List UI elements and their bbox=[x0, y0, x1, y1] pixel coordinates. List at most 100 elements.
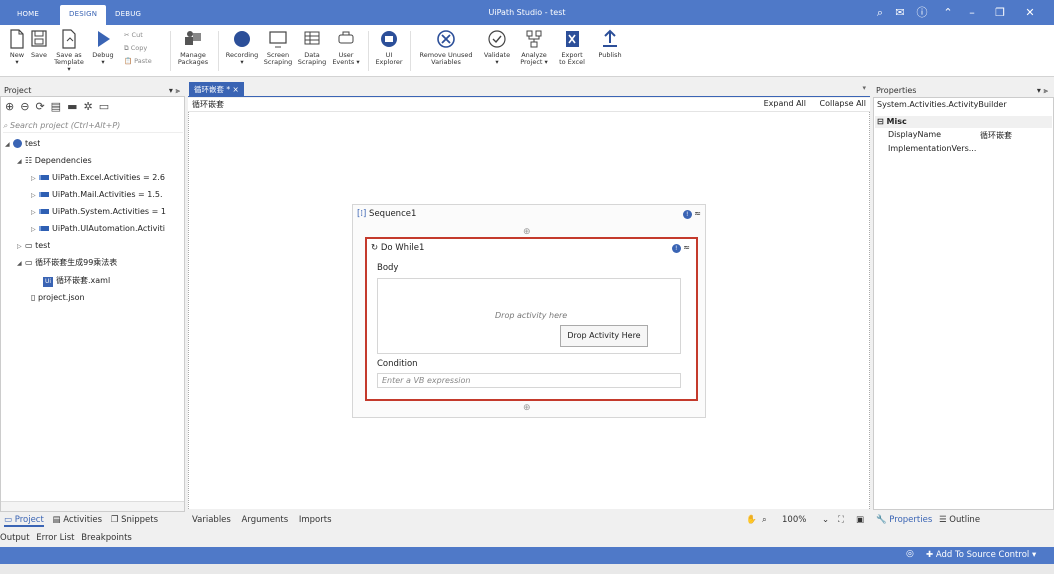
tree-root[interactable]: ◢ test bbox=[5, 137, 40, 151]
debug-button[interactable]: Debug ▾ bbox=[90, 29, 116, 66]
dependencies-icon: ☷ bbox=[25, 156, 33, 165]
property-category[interactable]: ⊟ Misc bbox=[875, 116, 1052, 128]
tab-arguments[interactable]: Arguments bbox=[242, 515, 289, 525]
new-file-icon bbox=[10, 29, 24, 49]
paste-button[interactable]: 📋 Paste bbox=[124, 56, 152, 66]
tab-home[interactable]: HOME bbox=[8, 5, 48, 25]
project-panel-title: Project bbox=[4, 86, 32, 95]
close-icon[interactable]: ✕ bbox=[1022, 5, 1038, 21]
tab-project[interactable]: ▭ Project bbox=[4, 515, 44, 527]
tab-output[interactable]: Output bbox=[0, 533, 30, 543]
tree-json-file[interactable]: ▯ project.json bbox=[31, 291, 85, 305]
analyze-project-button[interactable]: Analyze Project ▾ bbox=[518, 29, 550, 66]
collapse-box-icon: ⊟ bbox=[877, 117, 884, 126]
add-to-source-control-button[interactable]: ✚ Add To Source Control ▾ bbox=[926, 550, 1036, 560]
minimize-icon[interactable]: – bbox=[964, 5, 980, 21]
tab-breakpoints[interactable]: Breakpoints bbox=[81, 533, 132, 543]
validate-button[interactable]: Validate ▾ bbox=[482, 29, 512, 66]
ribbon-separator bbox=[368, 31, 369, 71]
collapse-chevron-icon[interactable]: ≈ bbox=[683, 243, 690, 252]
zoom-search-icon[interactable]: ⌕ bbox=[762, 512, 767, 528]
tab-imports[interactable]: Imports bbox=[299, 515, 332, 525]
hand-tool-icon[interactable]: ✋ bbox=[746, 512, 757, 528]
property-value[interactable]: 循环嵌套 bbox=[980, 130, 1012, 141]
ui-explorer-button[interactable]: UI Explorer bbox=[374, 29, 404, 66]
document-tab[interactable]: 循环嵌套 * × bbox=[189, 82, 244, 97]
overview-icon[interactable]: ▣ bbox=[856, 512, 864, 528]
warning-icon[interactable]: ! bbox=[671, 244, 681, 253]
dowhile-activity[interactable]: ↻ Do While1 ! ≈ Body Drop activity here … bbox=[365, 237, 698, 401]
copy-icon: ⧉ bbox=[124, 44, 129, 52]
copy-button[interactable]: ⧉ Copy bbox=[124, 43, 147, 53]
data-scraping-button[interactable]: Data Scraping bbox=[296, 29, 328, 66]
project-search-input[interactable]: ⌕ Search project (Ctrl+Alt+P) bbox=[3, 119, 183, 133]
help-icon[interactable]: ⓘ bbox=[912, 5, 932, 21]
warning-icon[interactable]: ! bbox=[682, 210, 692, 219]
tab-dropdown-icon[interactable]: ▾ bbox=[862, 84, 866, 92]
save-button[interactable]: Save bbox=[28, 29, 50, 59]
tab-debug[interactable]: DEBUG bbox=[106, 5, 150, 25]
screen-icon[interactable]: ▭ bbox=[99, 100, 115, 113]
tree-package[interactable]: ▷ UiPath.UIAutomation.Activiti bbox=[31, 222, 181, 236]
collapse-all-button[interactable]: Collapse All bbox=[820, 99, 866, 108]
project-bottom-tabs: ▭ Project ▤ Activities ❐ Snippets bbox=[4, 512, 184, 528]
tab-snippets[interactable]: ❐ Snippets bbox=[111, 515, 158, 525]
drop-activity-tooltip: Drop Activity Here bbox=[560, 325, 648, 347]
horizontal-scrollbar[interactable] bbox=[1, 501, 184, 511]
user-events-button[interactable]: User Events ▾ bbox=[330, 29, 362, 66]
new-button[interactable]: New ▾ bbox=[4, 29, 30, 66]
tree-folder-multiplication[interactable]: ◢ ▭ 循环嵌套生成99乘法表 bbox=[17, 256, 117, 270]
tree-dependencies[interactable]: ◢ ☷ Dependencies bbox=[17, 154, 92, 168]
search-icon[interactable]: ⌕ bbox=[872, 5, 888, 21]
cut-button[interactable]: ✂ Cut bbox=[124, 30, 143, 40]
screen-scraping-button[interactable]: Screen Scraping bbox=[262, 29, 294, 66]
sequence-activity[interactable]: [⁞] Sequence1 ! ≈ ⊕ ↻ Do While1 ! ≈ Body… bbox=[352, 204, 706, 418]
export-to-excel-button[interactable]: Export to Excel bbox=[556, 29, 588, 66]
tab-error-list[interactable]: Error List bbox=[36, 533, 74, 543]
tab-properties[interactable]: 🔧 Properties bbox=[876, 515, 932, 525]
add-icon[interactable]: ⊕ bbox=[5, 100, 20, 113]
collapse-ribbon-icon[interactable]: ⌃ bbox=[940, 5, 956, 21]
collapse-icon[interactable]: ⊖ bbox=[20, 100, 35, 113]
remove-unused-variables-button[interactable]: Remove Unused Variables bbox=[416, 29, 476, 66]
fit-screen-icon[interactable]: ⛶ bbox=[838, 512, 844, 528]
notification-icon[interactable]: ◎ bbox=[906, 549, 914, 559]
tab-outline[interactable]: ☰ Outline bbox=[939, 515, 980, 525]
collapse-chevron-icon[interactable]: ≈ bbox=[694, 209, 701, 218]
output-tabs: Output Error List Breakpoints bbox=[0, 530, 400, 546]
dowhile-icon: ↻ bbox=[371, 243, 379, 253]
manage-packages-button[interactable]: Manage Packages bbox=[176, 29, 210, 66]
pin-icon[interactable]: ▾ ⫸ bbox=[1037, 84, 1048, 98]
sequence-icon: [⁞] bbox=[357, 209, 367, 219]
tree-package[interactable]: ▷ UiPath.Mail.Activities = 1.5. bbox=[31, 188, 181, 202]
restore-icon[interactable]: ❐ bbox=[992, 5, 1008, 21]
taskbar-strip bbox=[0, 564, 1054, 574]
tree-folder-test[interactable]: ▷ ▭ test bbox=[17, 239, 50, 253]
zoom-dropdown-icon[interactable]: ⌄ bbox=[822, 512, 829, 528]
tab-variables[interactable]: Variables bbox=[192, 515, 231, 525]
tree-package[interactable]: ▷ UiPath.Excel.Activities = 2.6 bbox=[31, 171, 181, 185]
publish-button[interactable]: Publish bbox=[594, 29, 626, 59]
add-activity-icon[interactable]: ⊕ bbox=[523, 227, 531, 237]
tree-package[interactable]: ▷ UiPath.System.Activities = 1 bbox=[31, 205, 181, 219]
designer-subbar: 循环嵌套 Expand All Collapse All bbox=[188, 98, 870, 112]
expand-all-button[interactable]: Expand All bbox=[764, 99, 806, 108]
add-activity-icon[interactable]: ⊕ bbox=[523, 403, 531, 413]
tab-design[interactable]: DESIGN bbox=[60, 5, 107, 25]
table-scrape-icon bbox=[304, 31, 320, 45]
file-icon[interactable]: ▤ bbox=[51, 100, 67, 113]
folder-icon[interactable]: ▬ bbox=[67, 100, 83, 113]
condition-input[interactable]: Enter a VB expression bbox=[377, 373, 681, 388]
zoom-level[interactable]: 100% bbox=[782, 512, 806, 528]
designer-canvas[interactable]: [⁞] Sequence1 ! ≈ ⊕ ↻ Do While1 ! ≈ Body… bbox=[188, 112, 870, 509]
refresh-icon[interactable]: ⟳ bbox=[35, 100, 50, 113]
settings-gear-icon[interactable]: ✲ bbox=[83, 100, 98, 113]
body-drop-zone[interactable]: Drop activity here Drop Activity Here bbox=[377, 278, 681, 354]
feedback-icon[interactable]: ✉ bbox=[892, 5, 908, 21]
recording-button[interactable]: Recording ▾ bbox=[224, 29, 260, 66]
save-as-template-button[interactable]: Save as Template ▾ bbox=[52, 29, 86, 73]
document-tab-bar: 循环嵌套 * × ▾ bbox=[188, 82, 870, 97]
tree-xaml-file[interactable]: Ui 循环嵌套.xaml bbox=[43, 274, 110, 288]
tab-activities[interactable]: ▤ Activities bbox=[53, 515, 103, 525]
breadcrumb[interactable]: 循环嵌套 bbox=[192, 99, 224, 110]
